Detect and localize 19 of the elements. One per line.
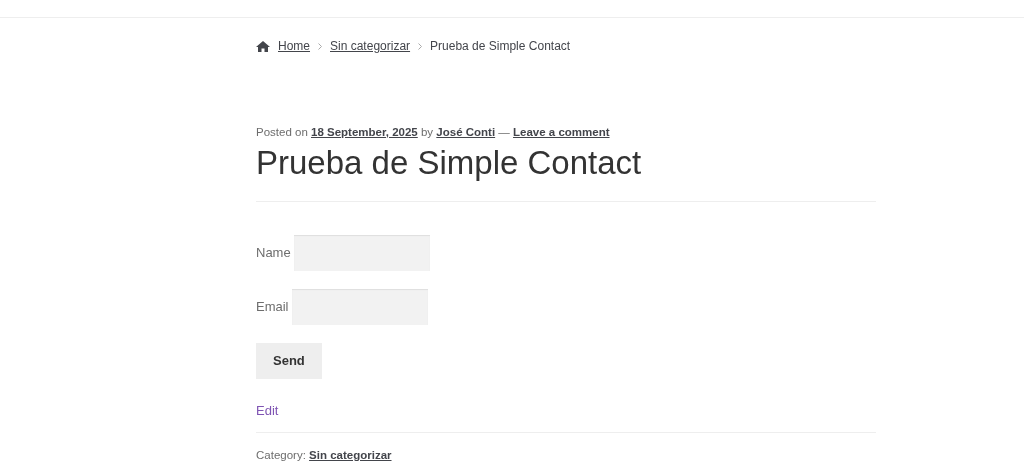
field-label: Name [256, 244, 291, 263]
field-label: Email [256, 298, 289, 317]
edit-link[interactable]: Edit [256, 400, 279, 421]
input-field[interactable] [291, 288, 428, 325]
meta-link[interactable]: José Conti [436, 126, 496, 138]
chevron-icon [318, 42, 322, 50]
breadcrumb-link[interactable]: Home [278, 37, 310, 55]
input-field[interactable] [293, 234, 430, 271]
meta-link[interactable]: 18 September, 2025 [311, 126, 418, 138]
send-button[interactable]: Send [256, 342, 322, 379]
chevron-icon [418, 42, 423, 50]
post-meta: Posted on 18 September, 2025 by José Conti — Leave a comment [256, 125, 611, 140]
meta-link[interactable]: Leave a comment [513, 126, 610, 138]
breadcrumb-current: Prueba de Simple Contact [430, 38, 571, 55]
home-icon [256, 40, 270, 52]
category-line: Category: Sin categorizar [256, 448, 393, 463]
category-link[interactable]: Sin categorizar [309, 449, 392, 462]
breadcrumb-link[interactable]: Sin categorizar [330, 37, 411, 55]
post-title: Prueba de Simple Contact [256, 143, 643, 183]
